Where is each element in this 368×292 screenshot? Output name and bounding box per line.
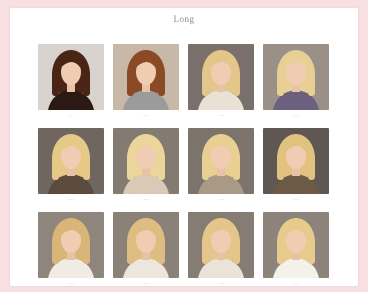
- photo-caption[interactable]: ······: [38, 198, 104, 202]
- photo-caption[interactable]: ······: [188, 198, 254, 202]
- portrait-photo[interactable]: [38, 44, 104, 110]
- gallery-item[interactable]: ······: [113, 212, 179, 292]
- photo-caption[interactable]: ······: [263, 282, 329, 286]
- portrait-photo[interactable]: [38, 128, 104, 194]
- gallery-item[interactable]: ······: [113, 128, 179, 208]
- portrait-photo[interactable]: [113, 44, 179, 110]
- photo-caption[interactable]: ······: [188, 282, 254, 286]
- gallery-item[interactable]: ······: [188, 44, 254, 124]
- photo-caption[interactable]: ·····: [113, 114, 179, 118]
- portrait-photo[interactable]: [263, 44, 329, 110]
- page-subtitle: ···: [182, 26, 186, 31]
- gallery-item[interactable]: ······: [188, 128, 254, 208]
- photo-caption[interactable]: ······: [188, 114, 254, 118]
- gallery-item[interactable]: ······: [188, 212, 254, 292]
- gallery-item[interactable]: ······: [38, 212, 104, 292]
- gallery-item[interactable]: ·····: [113, 44, 179, 124]
- photo-caption[interactable]: ······: [38, 282, 104, 286]
- photo-grid: ····· ····· ······ ······ ······ ······ ······…: [38, 44, 329, 292]
- photo-caption[interactable]: ······: [113, 198, 179, 202]
- page-title: Long: [173, 14, 195, 24]
- photo-caption[interactable]: ······: [263, 114, 329, 118]
- photo-caption[interactable]: ·····: [38, 114, 104, 118]
- photo-caption[interactable]: ······: [263, 198, 329, 202]
- portrait-photo[interactable]: [188, 212, 254, 278]
- gallery-item[interactable]: ······: [38, 128, 104, 208]
- portrait-photo[interactable]: [263, 212, 329, 278]
- gallery-item[interactable]: ······: [263, 212, 329, 292]
- portrait-photo[interactable]: [113, 212, 179, 278]
- portrait-photo[interactable]: [263, 128, 329, 194]
- gallery-item[interactable]: ······: [263, 128, 329, 208]
- gallery-page: Long ··· ····· ····· ······ ······ ······ ···…: [10, 8, 358, 286]
- gallery-item[interactable]: ·····: [38, 44, 104, 124]
- portrait-photo[interactable]: [113, 128, 179, 194]
- portrait-photo[interactable]: [188, 44, 254, 110]
- gallery-item[interactable]: ······: [263, 44, 329, 124]
- photo-caption[interactable]: ······: [113, 282, 179, 286]
- portrait-photo[interactable]: [38, 212, 104, 278]
- portrait-photo[interactable]: [188, 128, 254, 194]
